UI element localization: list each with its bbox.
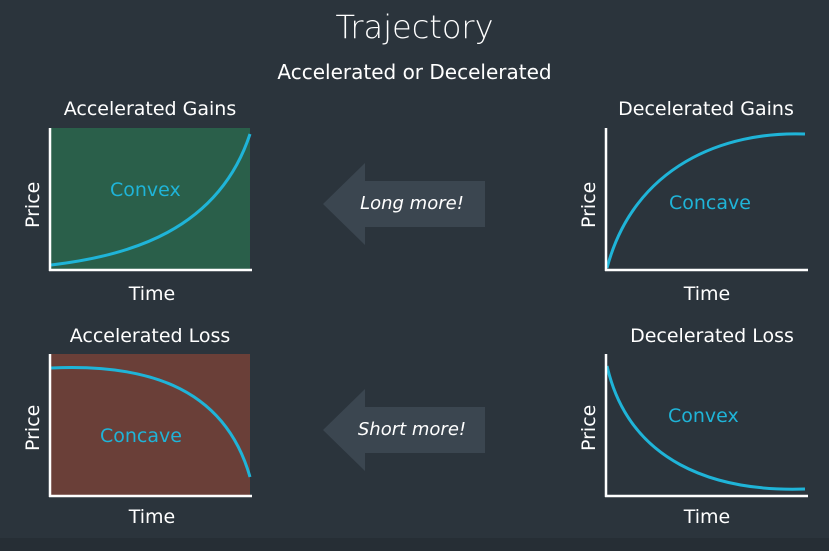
x-axis-label-time: Time	[128, 506, 176, 528]
y-axis-label-price: Price	[578, 181, 600, 228]
arrow-label-long-more: Long more!	[360, 193, 464, 214]
y-axis-label-price: Price	[578, 404, 600, 451]
panel-title-decelerated-gains: Decelerated Gains	[618, 98, 794, 120]
x-axis-label-time: Time	[128, 283, 176, 305]
arrow-long-more: Long more!	[323, 163, 487, 245]
x-axis-label-time: Time	[683, 506, 731, 528]
slide-title: Trajectory	[335, 8, 494, 46]
panel-title-accelerated-gains: Accelerated Gains	[63, 98, 237, 120]
bottom-bar	[0, 538, 829, 551]
x-axis-label-time: Time	[683, 283, 731, 305]
arrow-short-more: Short more!	[323, 389, 487, 471]
panel-title-decelerated-loss: Decelerated Loss	[630, 325, 794, 347]
curve-label-concave: Concave	[669, 192, 751, 214]
panel-title-accelerated-loss: Accelerated Loss	[69, 325, 231, 347]
curve-label-concave: Concave	[100, 425, 182, 447]
y-axis-label-price: Price	[22, 404, 44, 451]
curve-label-convex: Convex	[668, 405, 739, 427]
arrow-label-short-more: Short more!	[357, 419, 467, 440]
y-axis-label-price: Price	[22, 181, 44, 228]
curve-label-convex: Convex	[110, 179, 181, 201]
curve-convex-falling	[605, 365, 806, 491]
slide-subtitle: Accelerated or Decelerated	[277, 60, 552, 84]
